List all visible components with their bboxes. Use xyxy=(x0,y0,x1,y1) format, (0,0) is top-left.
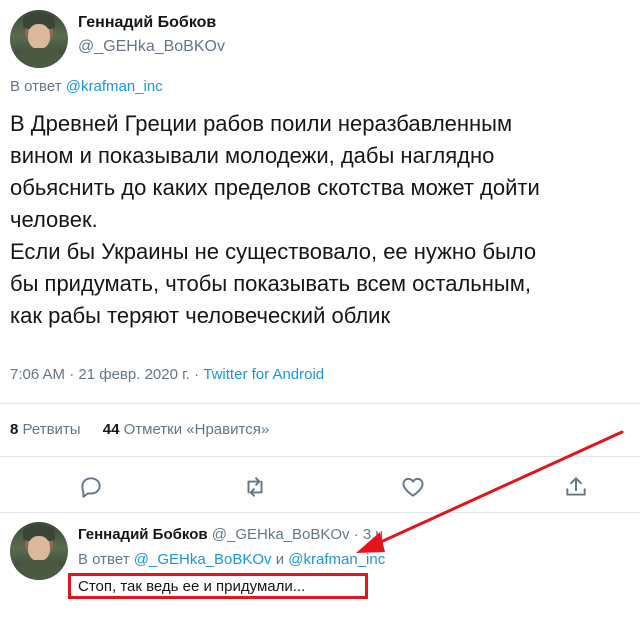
annotation-arrow xyxy=(356,430,624,553)
